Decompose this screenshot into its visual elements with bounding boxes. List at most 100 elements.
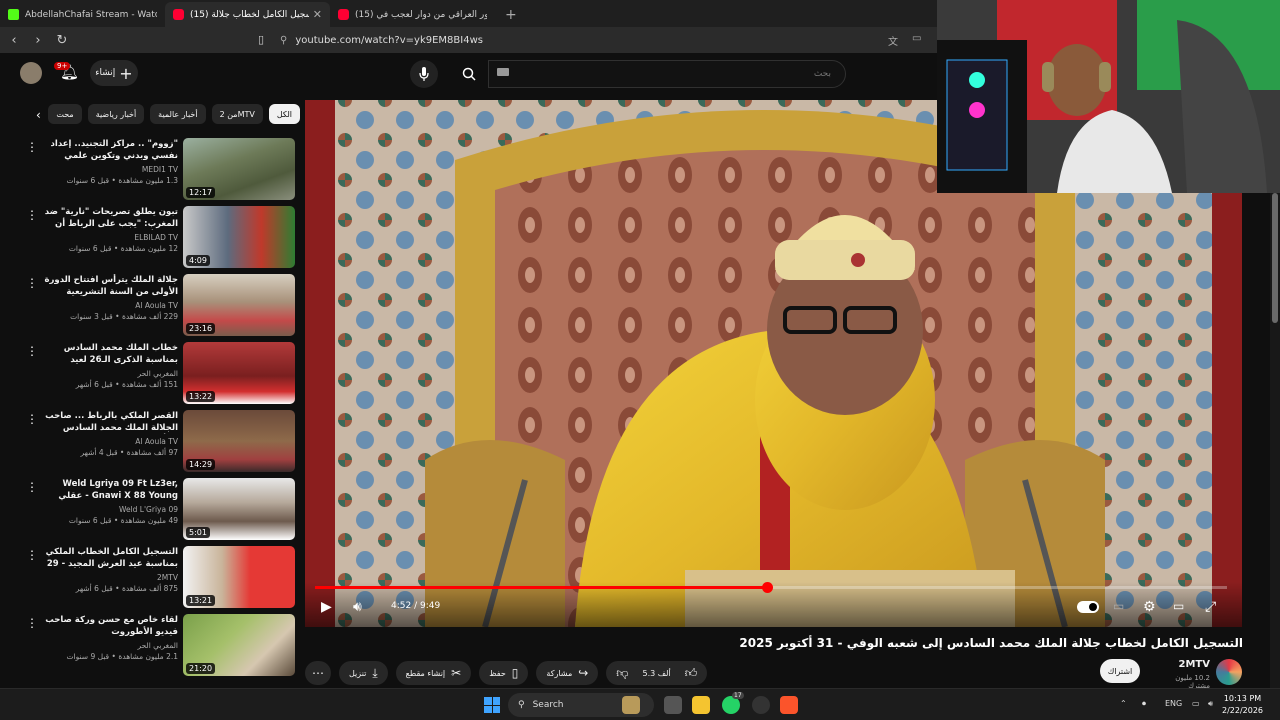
browser-tab-youtube[interactable]: (15) الدكتور العراقي من دوار لعجب في <box>330 2 495 27</box>
play-icon[interactable]: ▶ <box>321 599 332 615</box>
list-item[interactable]: ⋮ التسجيل الكامل الخطاب الملكي بمناسبة ع… <box>0 544 300 610</box>
more-options-icon[interactable]: ⋮ <box>26 208 38 222</box>
fullscreen-icon[interactable]: ⤢ <box>1205 599 1216 615</box>
list-item[interactable]: ⋮ "زووم" .. مراكز التجنيد.. إعداد نفسي و… <box>0 136 300 202</box>
channel-name[interactable]: ELBILAD TV <box>44 233 178 242</box>
chip-from-channel[interactable]: من 2MTV <box>211 104 263 124</box>
chip-sports-news[interactable]: أخبار رياضية <box>87 104 145 124</box>
list-item[interactable]: ⋮ جلالة الملك يترأس افتتاح الدورة الأولى… <box>0 272 300 338</box>
keyboard-icon[interactable] <box>497 68 509 76</box>
duration-badge: 14:29 <box>186 459 216 470</box>
share-icon: ↪ <box>578 666 589 680</box>
kick-icon <box>8 9 19 20</box>
progress-fill <box>315 586 768 589</box>
video-meta: خطاب الملك محمد السادس بمناسبة الذكرى ال… <box>44 342 178 389</box>
search-icon: ⚲ <box>518 700 525 710</box>
clip-button[interactable]: إنشاء مقطع ✂ <box>395 661 472 685</box>
video-stats: 49 مليون مشاهدة • قبل 6 سنوات <box>68 516 178 525</box>
forward-icon[interactable]: › <box>28 33 48 48</box>
download-button[interactable]: تنزيل ⤓ <box>339 661 388 685</box>
language-indicator[interactable]: ENG <box>1165 699 1182 708</box>
file-explorer-icon[interactable] <box>692 696 710 714</box>
channel-name[interactable]: المغربي الحر <box>44 641 178 650</box>
save-button[interactable]: حفظ ▯ <box>479 661 529 685</box>
video-title[interactable]: Weld Lgriya 09 Ft Lz3er, Gnawi X 88 Youn… <box>44 478 178 502</box>
more-options-icon[interactable]: ⋮ <box>26 140 38 154</box>
create-button[interactable]: إنشاء + <box>90 60 138 86</box>
video-title[interactable]: "زووم" .. مراكز التجنيد.. إعداد نفسي وبد… <box>44 138 178 162</box>
autoplay-toggle[interactable] <box>1077 601 1099 613</box>
more-options-icon[interactable]: ⋮ <box>26 480 38 494</box>
chip-world-news[interactable]: أخبار عالمية <box>150 104 206 124</box>
more-options-icon[interactable]: ⋮ <box>26 616 38 630</box>
windows-start-icon[interactable] <box>484 697 500 713</box>
channel-name[interactable]: المغربي الحر <box>44 369 178 378</box>
browser-tab-kick[interactable]: AbdellahChafai Stream - Watch Live on <box>0 2 165 27</box>
video-title[interactable]: خطاب الملك محمد السادس بمناسبة الذكرى ال… <box>44 342 178 366</box>
taskbar-clock[interactable]: 10:13 PM 2/22/2026 <box>1222 693 1263 717</box>
video-meta: القصر الملكي بالرباط ... صاحب الجلالة ال… <box>44 410 178 457</box>
subtitles-icon[interactable]: ▭ <box>1113 599 1124 613</box>
channel-name[interactable]: 2MTV <box>44 573 178 582</box>
translate-icon[interactable]: 文 <box>888 33 898 48</box>
page-scrollbar[interactable] <box>1270 193 1280 688</box>
tab-title: (15) الدكتور العراقي من دوار لعجب في <box>355 9 487 20</box>
scissors-icon: ✂ <box>451 666 462 680</box>
bookmark-icon[interactable]: ▯ <box>258 33 264 46</box>
cast-icon[interactable]: ▭ <box>912 33 921 44</box>
more-options-icon[interactable]: ⋮ <box>26 412 38 426</box>
close-tab-icon[interactable]: ✕ <box>313 8 322 21</box>
theater-mode-icon[interactable]: ▭ <box>1173 599 1184 613</box>
more-actions-button[interactable]: ⋯ <box>305 661 331 685</box>
more-options-icon[interactable]: ⋮ <box>26 276 38 290</box>
video-title[interactable]: التسجيل الكامل الخطاب الملكي بمناسبة عيد… <box>44 546 178 570</box>
widget-icon[interactable] <box>622 696 640 714</box>
settings-gear-icon[interactable]: ⚙ <box>1143 599 1156 615</box>
network-icon[interactable]: ▭ <box>1192 699 1200 708</box>
channel-avatar[interactable] <box>1216 659 1242 685</box>
scrollbar-thumb[interactable] <box>1272 193 1278 323</box>
channel-info: اشتراك 2MTV 10.2 مليون مشترك <box>1100 657 1245 690</box>
list-item[interactable]: ⋮ خطاب الملك محمد السادس بمناسبة الذكرى … <box>0 340 300 406</box>
account-avatar[interactable] <box>20 62 42 84</box>
chip-more[interactable]: محت <box>48 104 82 124</box>
tray-chevron-icon[interactable]: ⌃ <box>1120 699 1127 708</box>
progress-bar[interactable] <box>315 582 1227 593</box>
url-field[interactable]: ⚲ youtube.com/watch?v=yk9EM8BI4ws <box>280 31 930 49</box>
task-view-icon[interactable] <box>664 696 682 714</box>
like-count[interactable]: 5.3 ألف <box>642 669 670 678</box>
search-button[interactable] <box>452 60 486 88</box>
new-tab-icon[interactable]: + <box>495 7 527 27</box>
list-item[interactable]: ⋮ القصر الملكي بالرباط ... صاحب الجلالة … <box>0 408 300 474</box>
browser-tab-active[interactable]: (15) التسجيل الكامل لخطاب جلالة ✕ <box>165 2 330 27</box>
app-icon[interactable] <box>752 696 770 714</box>
channel-name[interactable]: MEDI1 TV <box>44 165 178 174</box>
channel-name[interactable]: Al Aoula TV <box>44 301 178 310</box>
list-item[interactable]: ⋮ Weld Lgriya 09 Ft Lz3er, Gnawi X 88 Yo… <box>0 476 300 542</box>
like-icon[interactable]: 👍︎ <box>685 666 698 681</box>
video-title[interactable]: تبون يطلق تصريحات "نارية" ضد المغرب: "يج… <box>44 206 178 230</box>
search-input[interactable] <box>488 60 846 88</box>
video-title[interactable]: القصر الملكي بالرباط ... صاحب الجلالة ال… <box>44 410 178 434</box>
list-item[interactable]: ⋮ لقاء خاص مع حسن وركة صاحب فيديو الأطور… <box>0 612 300 678</box>
channel-name[interactable]: Al Aoula TV <box>44 437 178 446</box>
dislike-icon[interactable]: 👎︎ <box>616 666 628 681</box>
site-info-icon[interactable]: ⚲ <box>280 35 287 46</box>
tray-mic-icon[interactable]: ⏺ <box>1142 699 1146 709</box>
volume-icon[interactable]: 🔊︎ <box>353 599 362 615</box>
more-options-icon[interactable]: ⋮ <box>26 548 38 562</box>
video-title[interactable]: جلالة الملك يترأس افتتاح الدورة الأولى م… <box>44 274 179 298</box>
channel-name[interactable]: 2MTV <box>1166 659 1210 670</box>
voice-search-button[interactable] <box>410 60 438 88</box>
list-item[interactable]: ⋮ تبون يطلق تصريحات "نارية" ضد المغرب: "… <box>0 204 300 270</box>
share-button[interactable]: مشاركة ↪ <box>536 661 599 685</box>
brave-browser-icon[interactable] <box>780 696 798 714</box>
more-options-icon[interactable]: ⋮ <box>26 344 38 358</box>
subscribe-button[interactable]: اشتراك <box>1100 659 1140 683</box>
channel-name[interactable]: Weld L'Griya 09 <box>44 505 178 514</box>
reload-icon[interactable]: ↻ <box>52 33 72 48</box>
video-title[interactable]: لقاء خاص مع حسن وركة صاحب فيديو الأطوروت <box>44 614 178 638</box>
back-icon[interactable]: ‹ <box>4 33 24 48</box>
volume-tray-icon[interactable]: 🔊︎ <box>1208 699 1213 709</box>
chip-all[interactable]: الكل <box>268 104 300 124</box>
